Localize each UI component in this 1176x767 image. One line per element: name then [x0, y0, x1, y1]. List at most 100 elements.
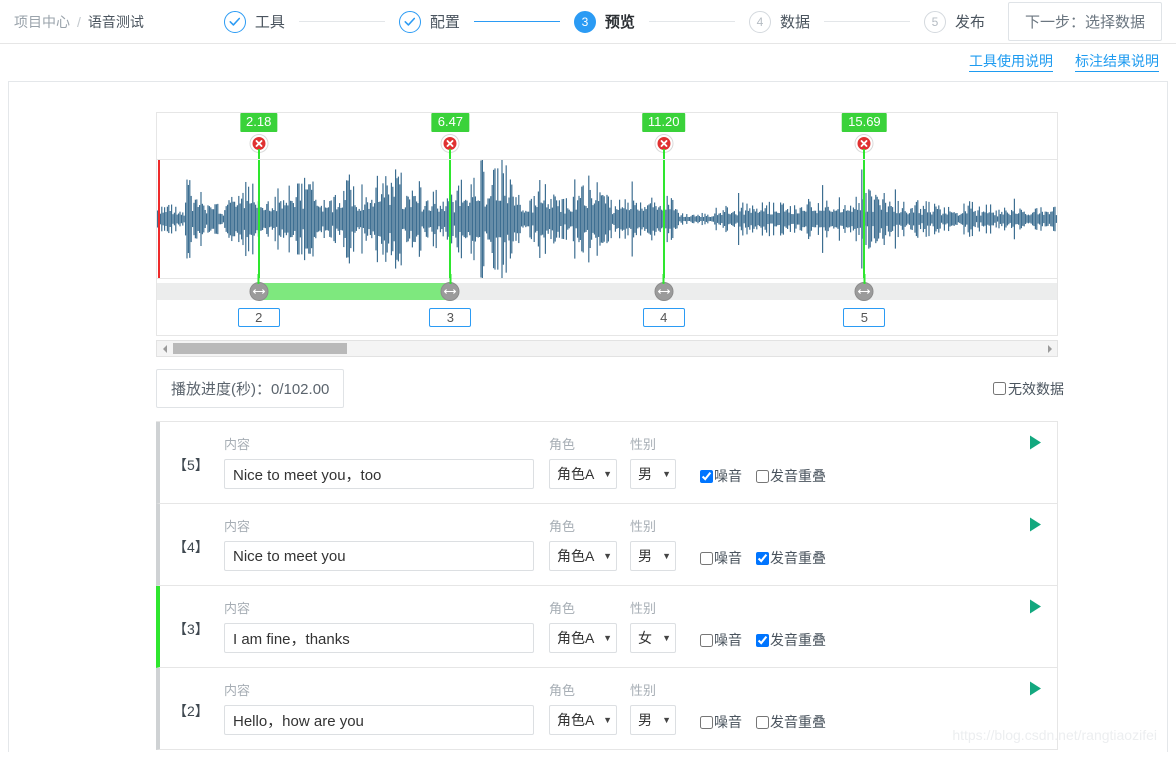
step-tool[interactable]: 工具 [224, 11, 285, 33]
segment-number-input-4[interactable] [643, 308, 685, 327]
segment-number-input-3[interactable] [429, 308, 471, 327]
overlap-label: 发音重叠 [770, 466, 826, 486]
scrollbar-thumb[interactable] [173, 343, 347, 354]
segment-handle-2-line [258, 274, 260, 284]
segment-row-3-gender-value: 女 [638, 628, 652, 648]
invalid-data-checkbox[interactable]: 无效数据 [993, 379, 1064, 399]
overlap-label: 发音重叠 [770, 548, 826, 568]
segment-row-3-overlap-input[interactable] [756, 634, 769, 647]
segment-track[interactable] [157, 283, 1057, 300]
segment-number-input-2[interactable] [238, 308, 280, 327]
segment-row-5-overlap-input[interactable] [756, 470, 769, 483]
segment-row-5-index: 【5】 [160, 422, 224, 475]
segment-handle-2[interactable] [249, 282, 268, 301]
segment-row-5-play-button[interactable] [1027, 422, 1057, 451]
chevron-down-icon: ▼ [662, 634, 671, 643]
marker-4-time: 15.69 [842, 113, 887, 132]
marker-3-wave-line [663, 160, 665, 278]
waveform-canvas[interactable] [156, 159, 1058, 279]
segment-number-input-5[interactable] [843, 308, 885, 327]
segment-row-2-play-button[interactable] [1027, 668, 1057, 697]
play-icon [1027, 598, 1044, 615]
step-data-label: 数据 [780, 11, 810, 32]
segment-row-2-noise-input[interactable] [700, 716, 713, 729]
segment-row-4-gender-group: 性别 男 ▼ [630, 504, 676, 571]
playback-progress-button[interactable]: 播放进度(秒)：0/102.00 [156, 369, 344, 408]
segment-selection-range [259, 283, 451, 300]
invalid-data-label: 无效数据 [1008, 379, 1064, 399]
step-connector-3 [649, 21, 735, 22]
segment-row-3-overlap-checkbox[interactable]: 发音重叠 [756, 630, 826, 650]
segment-row-4-noise-input[interactable] [700, 552, 713, 565]
segment-row-4-content-group: 内容 [224, 504, 534, 571]
segment-row-5-gender-select[interactable]: 男 ▼ [630, 459, 676, 489]
segment-row-5-role-select[interactable]: 角色A ▼ [549, 459, 617, 489]
segment-row-3-gender-select[interactable]: 女 ▼ [630, 623, 676, 653]
segment-row-5-flags: 噪音 发音重叠 [700, 422, 826, 486]
segment-row-2-overlap-input[interactable] [756, 716, 769, 729]
step-config[interactable]: 配置 [399, 11, 460, 33]
scroll-right-arrow-icon[interactable] [1042, 341, 1057, 356]
segment-row-2[interactable]: 【2】 内容 角色 角色A ▼ 性别 男 ▼ [156, 668, 1058, 750]
segment-row-2-noise-checkbox[interactable]: 噪音 [700, 712, 742, 732]
segment-row-5-noise-checkbox[interactable]: 噪音 [700, 466, 742, 486]
segment-row-2-role-select[interactable]: 角色A ▼ [549, 705, 617, 735]
segment-row-4-noise-checkbox[interactable]: 噪音 [700, 548, 742, 568]
segment-row-3-content-input[interactable] [224, 623, 534, 653]
segment-row-4-role-select[interactable]: 角色A ▼ [549, 541, 617, 571]
segment-handle-4[interactable] [654, 282, 673, 301]
breadcrumb-root[interactable]: 项目中心 [14, 12, 70, 32]
tool-instructions-link[interactable]: 工具使用说明 [969, 53, 1053, 72]
chevron-down-icon: ▼ [603, 470, 612, 479]
segment-row-5-overlap-checkbox[interactable]: 发音重叠 [756, 466, 826, 486]
segment-handle-5[interactable] [855, 282, 874, 301]
segment-row-3-noise-input[interactable] [700, 634, 713, 647]
segment-row-4-overlap-checkbox[interactable]: 发音重叠 [756, 548, 826, 568]
segment-row-3-play-button[interactable] [1027, 586, 1057, 615]
marker-3-time: 11.20 [642, 113, 686, 132]
scroll-left-arrow-icon[interactable] [157, 341, 172, 356]
step-publish[interactable]: 5 发布 [924, 11, 985, 33]
step-preview[interactable]: 3 预览 [574, 11, 635, 33]
segment-row-4[interactable]: 【4】 内容 角色 角色A ▼ 性别 男 ▼ [156, 504, 1058, 586]
segment-handle-3[interactable] [441, 282, 460, 301]
segment-row-3-role-group: 角色 角色A ▼ [549, 586, 617, 653]
segment-row-5[interactable]: 【5】 内容 角色 角色A ▼ 性别 男 ▼ [156, 422, 1058, 504]
segment-row-5-role-group: 角色 角色A ▼ [549, 422, 617, 489]
segment-row-3-role-select[interactable]: 角色A ▼ [549, 623, 617, 653]
step-data[interactable]: 4 数据 [749, 11, 810, 33]
content-label: 内容 [224, 600, 534, 617]
segment-row-5-content-group: 内容 [224, 422, 534, 489]
next-step-button[interactable]: 下一步：选择数据 [1008, 2, 1162, 41]
segment-row-4-content-input[interactable] [224, 541, 534, 571]
segment-row-4-play-button[interactable] [1027, 504, 1057, 533]
breadcrumb: 项目中心 / 语音测试 [14, 12, 144, 32]
segment-row-5-gender-group: 性别 男 ▼ [630, 422, 676, 489]
segment-row-2-role-value: 角色A [557, 710, 594, 730]
gender-label: 性别 [630, 600, 676, 617]
top-header: 项目中心 / 语音测试 工具 配置 3 预览 4 数据 [0, 0, 1176, 44]
annotation-result-link[interactable]: 标注结果说明 [1075, 53, 1159, 72]
marker-4-wave-line [863, 160, 865, 278]
segment-row-2-content-input[interactable] [224, 705, 534, 735]
segment-row-2-gender-select[interactable]: 男 ▼ [630, 705, 676, 735]
segment-row-2-gender-value: 男 [638, 710, 652, 730]
segment-row-4-overlap-input[interactable] [756, 552, 769, 565]
chevron-down-icon: ▼ [662, 552, 671, 561]
marker-1-wave-line [258, 160, 260, 278]
invalid-data-checkbox-input[interactable] [993, 382, 1006, 395]
noise-label: 噪音 [714, 548, 742, 568]
breadcrumb-current: 语音测试 [88, 12, 144, 32]
step-preview-label: 预览 [605, 11, 635, 32]
segment-handle-3-line [449, 274, 451, 284]
segment-row-3-role-value: 角色A [557, 628, 594, 648]
segment-row-3[interactable]: 【3】 内容 角色 角色A ▼ 性别 女 ▼ [156, 586, 1058, 668]
segment-row-5-content-input[interactable] [224, 459, 534, 489]
chevron-down-icon: ▼ [662, 470, 671, 479]
segment-row-2-overlap-checkbox[interactable]: 发音重叠 [756, 712, 826, 732]
segment-row-4-role-value: 角色A [557, 546, 594, 566]
segment-row-4-gender-select[interactable]: 男 ▼ [630, 541, 676, 571]
segment-row-3-noise-checkbox[interactable]: 噪音 [700, 630, 742, 650]
waveform-horizontal-scrollbar[interactable] [156, 340, 1058, 357]
segment-row-5-noise-input[interactable] [700, 470, 713, 483]
